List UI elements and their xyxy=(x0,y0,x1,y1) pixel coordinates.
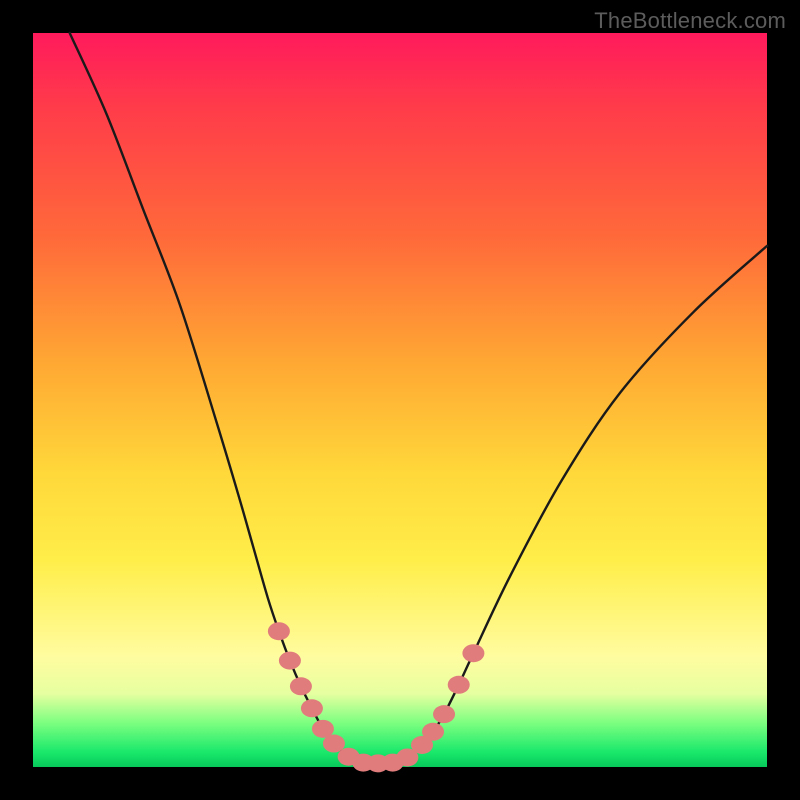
curve-marker xyxy=(433,705,455,723)
curve-marker xyxy=(279,652,301,670)
plot-area xyxy=(33,33,767,767)
curve-marker xyxy=(301,699,323,717)
bottleneck-curve xyxy=(70,33,767,763)
curve-marker xyxy=(462,644,484,662)
chart-svg xyxy=(33,33,767,767)
curve-marker xyxy=(422,723,444,741)
curve-marker xyxy=(268,622,290,640)
curve-marker xyxy=(448,676,470,694)
watermark-text: TheBottleneck.com xyxy=(594,8,786,34)
curve-marker xyxy=(290,677,312,695)
chart-frame: TheBottleneck.com xyxy=(0,0,800,800)
